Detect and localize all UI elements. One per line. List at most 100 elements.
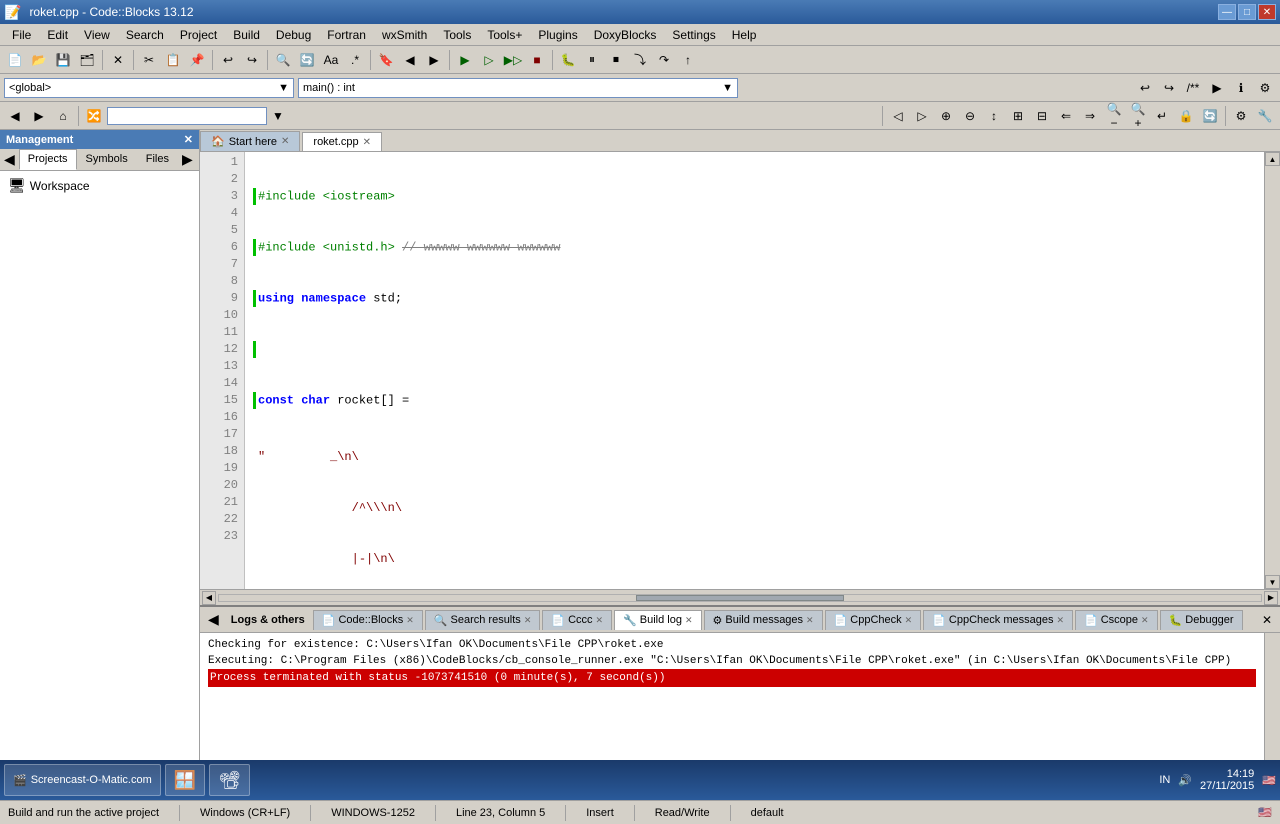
cppcheck-close[interactable]: ✕ [905,615,913,626]
cscope-close[interactable]: ✕ [1141,615,1149,626]
jump-btn[interactable]: 🔀 [83,105,105,127]
menu-build[interactable]: Build [225,26,268,44]
menu-wxsmith[interactable]: wxSmith [374,26,435,44]
bookmark-btn[interactable]: 🔖 [375,49,397,71]
regex-btn[interactable]: .* [344,49,366,71]
cccc-close[interactable]: ✕ [596,615,604,626]
close-btn[interactable]: ✕ [107,49,129,71]
bottom-tab-cppcheck-msg[interactable]: 📄 CppCheck messages ✕ [923,610,1073,630]
code-ctrl-btn3[interactable]: ⊕ [935,105,957,127]
nav-btn1[interactable]: ↩ [1134,77,1156,99]
bottom-tab-codeblocks[interactable]: 📄 Code::Blocks ✕ [313,610,423,630]
sidebar-next-btn[interactable]: ▶ [178,149,197,170]
sidebar-tab-symbols[interactable]: Symbols [77,149,137,170]
zoom-out-btn[interactable]: 🔍− [1103,105,1125,127]
taskbar-windows[interactable]: 🪟 [165,764,205,796]
workspace-item[interactable]: 🖥 Workspace [4,175,195,196]
open-btn[interactable]: 📂 [28,49,50,71]
sidebar-tab-files[interactable]: Files [137,149,178,170]
build-run-btn[interactable]: ▶▷ [502,49,524,71]
minimize-button[interactable]: — [1218,4,1236,20]
maximize-button[interactable]: □ [1238,4,1256,20]
speaker-icon[interactable]: 🔊 [1178,774,1192,787]
menu-debug[interactable]: Debug [268,26,319,44]
menu-settings[interactable]: Settings [664,26,723,44]
bookmark-prev-btn[interactable]: ◀ [399,49,421,71]
settings-btn2[interactable]: ⚙ [1254,77,1276,99]
nav-next-btn[interactable]: ▶ [28,105,50,127]
nav-prev-btn[interactable]: ◀ [4,105,26,127]
h-scrollbar[interactable]: ◀ ▶ [200,589,1280,605]
scroll-left-btn[interactable]: ◀ [202,591,216,605]
menu-view[interactable]: View [76,26,118,44]
bottom-prev-btn[interactable]: ◀ [204,611,223,628]
readonly-btn[interactable]: 🔒 [1175,105,1197,127]
pause-btn[interactable]: ⏸ [581,49,603,71]
taskbar-media[interactable]: 📽 [209,764,250,796]
undo-btn[interactable]: ↩ [217,49,239,71]
menu-fortran[interactable]: Fortran [319,26,374,44]
bottom-tab-buildlog[interactable]: 🔧 Build log ✕ [614,610,701,630]
wrap-btn[interactable]: ↵ [1151,105,1173,127]
scope-dropdown[interactable]: <global> ▼ [4,78,294,98]
tab-start-here[interactable]: 🏠 Start here ✕ [200,131,300,151]
doc-btn[interactable]: /** [1182,77,1204,99]
code-ctrl-btn6[interactable]: ⊞ [1007,105,1029,127]
menu-toolsplus[interactable]: Tools+ [479,26,530,44]
new-btn[interactable]: 📄 [4,49,26,71]
menu-plugins[interactable]: Plugins [530,26,585,44]
paste-btn[interactable]: 📌 [186,49,208,71]
bottom-tab-cccc[interactable]: 📄 Cccc ✕ [542,610,612,630]
run-btn[interactable]: ▷ [478,49,500,71]
scroll-up-btn[interactable]: ▲ [1265,152,1280,166]
tool-btn1[interactable]: ⚙ [1230,105,1252,127]
scroll-down-btn[interactable]: ▼ [1265,575,1280,589]
code-ctrl-btn9[interactable]: ⇒ [1079,105,1101,127]
bottom-close-btn[interactable]: ✕ [1258,613,1276,627]
taskbar-screencast[interactable]: 🎬 Screencast-O-Matic.com [4,764,161,796]
sidebar-tab-projects[interactable]: Projects [19,149,77,170]
code-ctrl-btn2[interactable]: ▷ [911,105,933,127]
code-ctrl-btn1[interactable]: ◁ [887,105,909,127]
zoom-in-btn[interactable]: 🔍+ [1127,105,1149,127]
h-scrollthumb[interactable] [636,595,844,601]
sidebar-prev-btn[interactable]: ◀ [0,149,19,170]
step-over-btn[interactable]: ↷ [653,49,675,71]
code-scrollbar[interactable]: ▲ ▼ [1264,152,1280,589]
code-ctrl-btn5[interactable]: ↕ [983,105,1005,127]
bottom-tab-debugger[interactable]: 🐛 Debugger [1160,610,1243,630]
nav-input-btn[interactable]: ▼ [267,105,289,127]
step-btn[interactable]: ⤵ [629,49,651,71]
debug-btn[interactable]: 🐛 [557,49,579,71]
menu-help[interactable]: Help [724,26,765,44]
bottom-tab-cscope[interactable]: 📄 Cscope ✕ [1075,610,1158,630]
codeblocks-close[interactable]: ✕ [406,615,414,626]
sidebar-close-btn[interactable]: ✕ [184,133,193,146]
tab-roket-close[interactable]: ✕ [363,137,371,148]
tool-btn2[interactable]: 🔧 [1254,105,1276,127]
func-dropdown[interactable]: main() : int ▼ [298,78,738,98]
search-close[interactable]: ✕ [524,615,532,626]
code-ctrl-btn7[interactable]: ⊟ [1031,105,1053,127]
close-button[interactable]: ✕ [1258,4,1276,20]
info-btn[interactable]: ℹ [1230,77,1252,99]
debug-stop-btn[interactable]: ⏹ [605,49,627,71]
buildlog-close[interactable]: ✕ [685,615,693,626]
replace-btn[interactable]: 🔄 [296,49,318,71]
bottom-tab-buildmsg[interactable]: ⚙ Build messages ✕ [704,610,823,630]
find-btn[interactable]: 🔍 [272,49,294,71]
nav-home-btn[interactable]: ⌂ [52,105,74,127]
bottom-tab-search[interactable]: 🔍 Search results ✕ [425,610,541,630]
code-ctrl-btn4[interactable]: ⊖ [959,105,981,127]
build-btn[interactable]: ▶ [454,49,476,71]
menu-doxyblocks[interactable]: DoxyBlocks [586,26,665,44]
menu-search[interactable]: Search [118,26,172,44]
code-ctrl-btn8[interactable]: ⇐ [1055,105,1077,127]
menu-edit[interactable]: Edit [39,26,76,44]
menu-tools[interactable]: Tools [435,26,479,44]
scroll-right-btn[interactable]: ▶ [1264,591,1278,605]
save-btn[interactable]: 💾 [52,49,74,71]
cppcheck-msg-close[interactable]: ✕ [1056,615,1064,626]
run-script-btn[interactable]: ▶ [1206,77,1228,99]
stop-btn[interactable]: ■ [526,49,548,71]
